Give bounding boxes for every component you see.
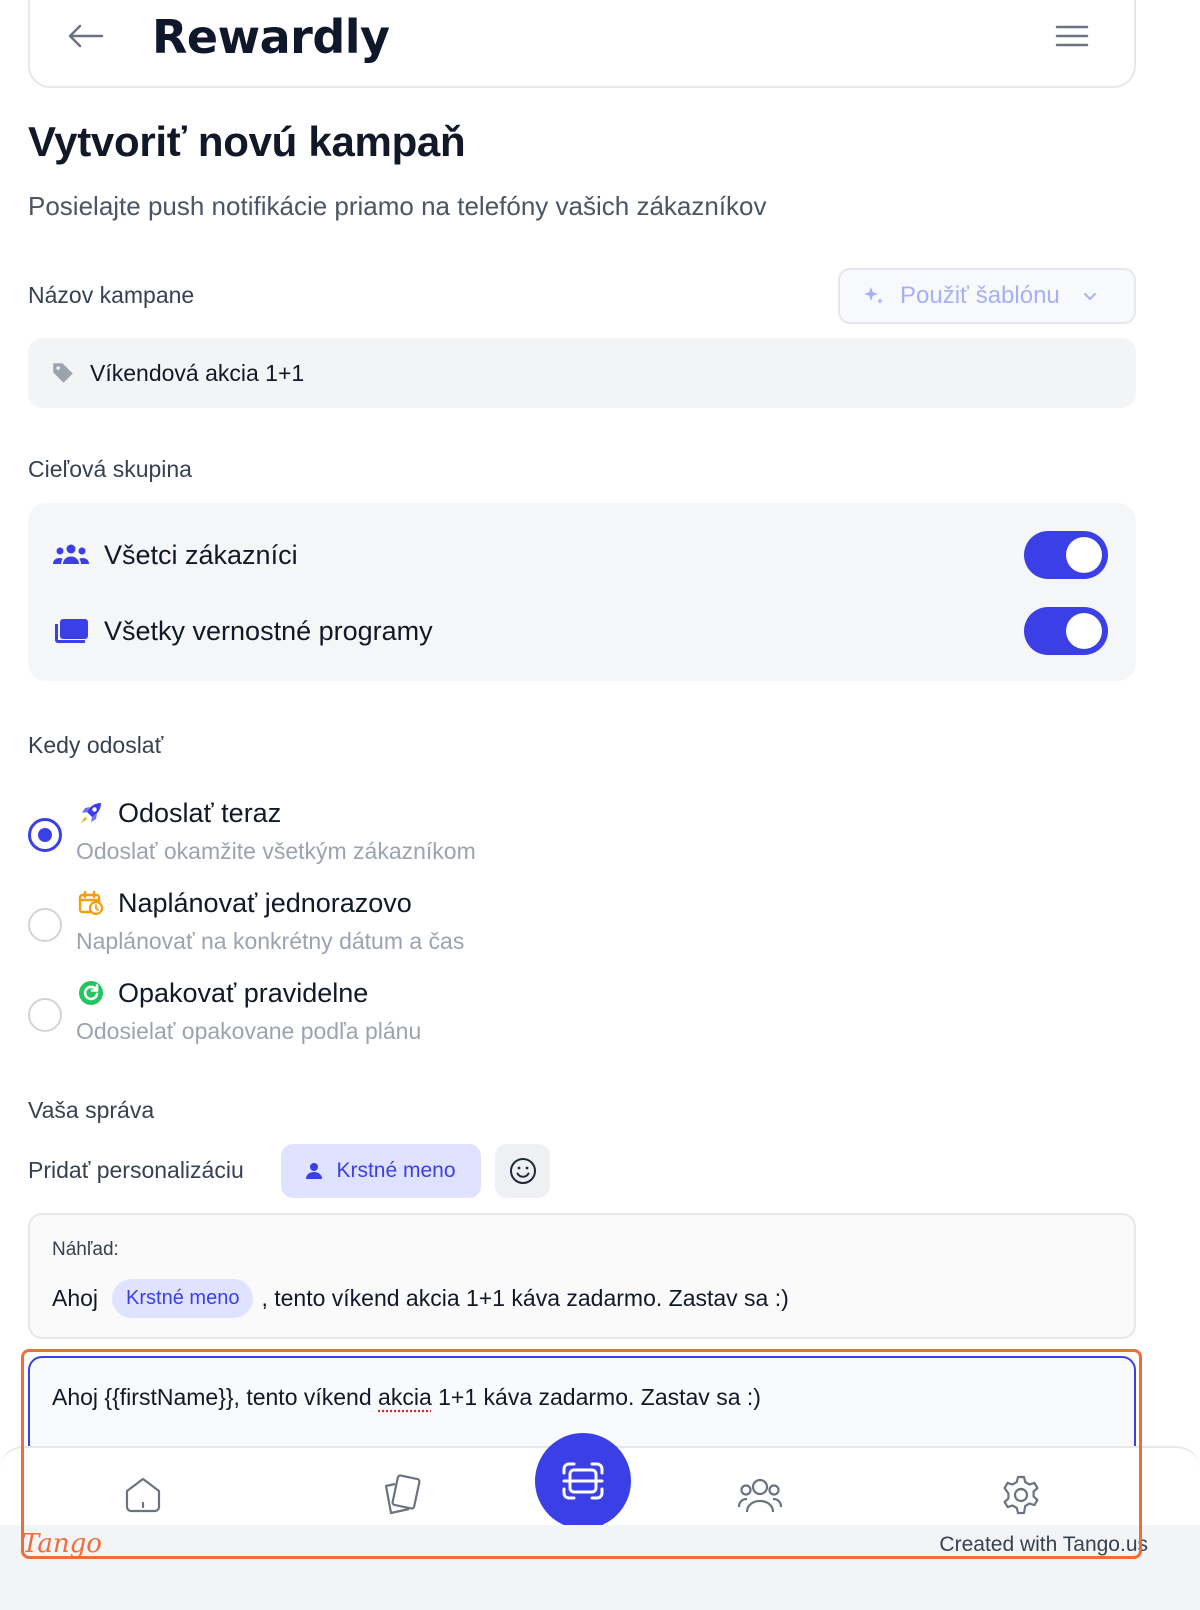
message-preview: Náhľad: Ahoj Krstné meno , tento víkend … bbox=[28, 1213, 1136, 1339]
tango-credit: Created with Tango.us bbox=[939, 1533, 1148, 1556]
schedule-now-description: Odoslať okamžite všetkým zákazníkom bbox=[76, 838, 476, 864]
settings-icon bbox=[1003, 1475, 1039, 1515]
target-all-programs-label: Všetky vernostné programy bbox=[104, 615, 433, 646]
use-template-button[interactable]: Použiť šablónu bbox=[838, 268, 1136, 324]
home-icon bbox=[125, 1477, 161, 1513]
radio-repeat[interactable] bbox=[28, 998, 62, 1032]
app-logo: Rewardly bbox=[152, 10, 390, 64]
preview-first-name-chip: Krstné meno bbox=[112, 1279, 254, 1318]
target-group-label: Cieľová skupina bbox=[28, 456, 192, 482]
smiley-icon bbox=[509, 1158, 536, 1184]
message-text-start: Ahoj {{firstName}}, tento víkend bbox=[52, 1384, 379, 1410]
users-icon bbox=[53, 544, 89, 564]
schedule-once-description: Naplánovať na konkrétny dátum a čas bbox=[76, 928, 465, 954]
message-label: Vaša správa bbox=[28, 1097, 155, 1123]
rocket-icon bbox=[81, 803, 101, 823]
use-template-label: Použiť šablónu bbox=[900, 282, 1060, 309]
insert-first-name-label: Krstné meno bbox=[336, 1159, 456, 1182]
cards-icon bbox=[384, 1474, 421, 1515]
scan-icon bbox=[562, 1462, 604, 1500]
nav-cards[interactable] bbox=[378, 1470, 428, 1520]
page-subtitle: Posielajte push notifikácie priamo na te… bbox=[28, 191, 767, 221]
schedule-now-title: Odoslať teraz bbox=[118, 798, 282, 828]
sparkle-icon bbox=[864, 287, 883, 304]
tango-logo: Tango bbox=[22, 1529, 102, 1559]
preview-label: Náhľad: bbox=[52, 1239, 119, 1260]
schedule-once-title: Naplánovať jednorazovo bbox=[118, 888, 412, 918]
toggle-knob bbox=[1066, 613, 1102, 649]
preview-body: , tento víkend akcia 1+1 káva zadarmo. Z… bbox=[261, 1285, 789, 1311]
target-group-panel: Všetci zákazníci Všetky vernostné progra… bbox=[28, 503, 1136, 681]
message-text-misspelled: akcia bbox=[378, 1384, 432, 1410]
repeat-icon bbox=[79, 981, 103, 1005]
top-app-bar: Rewardly bbox=[28, 0, 1136, 88]
target-all-customers-label: Všetci zákazníci bbox=[104, 539, 298, 570]
radio-once[interactable] bbox=[28, 908, 62, 942]
campaign-name-label: Názov kampane bbox=[28, 282, 195, 308]
nav-settings[interactable] bbox=[996, 1470, 1046, 1520]
preview-greeting: Ahoj bbox=[52, 1285, 99, 1311]
radio-now[interactable] bbox=[28, 818, 62, 852]
tag-icon bbox=[53, 363, 73, 383]
preview-text: Ahoj Krstné meno , tento víkend akcia 1+… bbox=[52, 1279, 789, 1318]
message-text-end: 1+1 káva zadarmo. Zastav sa :) bbox=[431, 1384, 761, 1410]
nav-customers[interactable] bbox=[735, 1470, 785, 1520]
all-customers-toggle[interactable] bbox=[1024, 531, 1108, 579]
page-title: Vytvoriť novú kampaň bbox=[28, 118, 466, 165]
customers-icon bbox=[737, 1478, 783, 1513]
campaign-name-value: Víkendová akcia 1+1 bbox=[90, 359, 305, 386]
menu-button[interactable] bbox=[1054, 20, 1090, 52]
person-icon bbox=[306, 1163, 323, 1179]
schedule-label: Kedy odoslať bbox=[28, 732, 164, 758]
chevron-down-icon bbox=[1083, 293, 1096, 301]
hamburger-menu-icon bbox=[1055, 25, 1089, 47]
calendar-clock-icon bbox=[78, 890, 104, 916]
schedule-repeat-description: Odosielať opakovane podľa plánu bbox=[76, 1018, 422, 1044]
nav-home[interactable] bbox=[118, 1470, 168, 1520]
personalization-label: Pridať personalizáciu bbox=[28, 1157, 244, 1183]
cards-icon bbox=[55, 619, 88, 643]
all-programs-toggle[interactable] bbox=[1024, 607, 1108, 655]
arrow-left-icon bbox=[68, 24, 104, 48]
nav-scan-button[interactable] bbox=[535, 1433, 631, 1529]
campaign-name-input[interactable]: Víkendová akcia 1+1 bbox=[28, 338, 1136, 408]
back-button[interactable] bbox=[66, 16, 106, 56]
schedule-repeat-title: Opakovať pravidelne bbox=[118, 978, 369, 1008]
toggle-knob bbox=[1066, 537, 1102, 573]
target-all-customers: Všetci zákazníci bbox=[52, 535, 298, 575]
insert-first-name-button[interactable]: Krstné meno bbox=[281, 1144, 481, 1198]
emoji-button[interactable] bbox=[495, 1144, 550, 1198]
target-all-programs: Všetky vernostné programy bbox=[52, 611, 433, 651]
